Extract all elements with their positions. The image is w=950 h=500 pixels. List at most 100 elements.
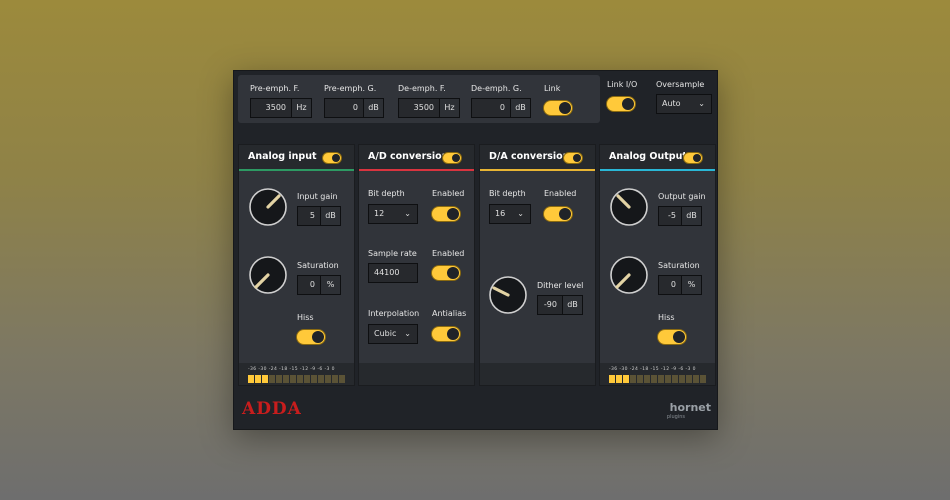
output-meter-bar <box>609 375 707 383</box>
de-emph-gain-field[interactable]: 0 dB <box>471 98 531 118</box>
pre-emph-gain-unit: dB <box>363 99 383 117</box>
input-gain-value: 5 <box>309 211 315 220</box>
da-bit-depth-label: Bit depth <box>489 189 526 198</box>
meter-cell <box>255 375 261 383</box>
output-saturation-knob[interactable] <box>609 255 649 295</box>
meter-cell <box>630 375 636 383</box>
meter-cell <box>311 375 317 383</box>
knob-dial-icon <box>249 188 287 226</box>
da-conversion-title: D/A conversion <box>489 151 570 162</box>
analog-input-enable-toggle[interactable] <box>323 153 341 163</box>
input-hiss-label: Hiss <box>297 313 314 322</box>
ad-interpolation-value: Cubic <box>374 329 397 338</box>
analog-output-panel: Analog Output Output gain -5 dB Saturati… <box>599 144 716 386</box>
chevron-down-icon: ⌄ <box>517 209 524 218</box>
meter-cell <box>297 375 303 383</box>
input-level-meter: -36 -30 -24 -18 -15 -12 -9 -6 -3 0 <box>248 367 346 383</box>
ad-bit-depth-select[interactable]: 12 ⌄ <box>368 204 418 224</box>
toggle-knob <box>622 98 634 110</box>
toggle-knob <box>312 331 324 343</box>
da-enable-toggle[interactable] <box>564 153 582 163</box>
de-emph-freq-value: 3500 <box>413 103 434 112</box>
input-hiss-toggle[interactable] <box>297 330 325 344</box>
meter-cell <box>339 375 345 383</box>
ad-antialias-toggle[interactable] <box>432 327 460 341</box>
knob-dial-icon <box>489 276 527 314</box>
toggle-knob <box>447 328 459 340</box>
analog-output-header: Analog Output <box>600 145 715 171</box>
de-emph-gain-value: 0 <box>499 103 505 112</box>
dither-level-unit: dB <box>562 296 582 314</box>
meter-cell <box>276 375 282 383</box>
ad-sample-rate-field[interactable]: 44100 <box>368 263 418 283</box>
da-bit-depth-enable-toggle[interactable] <box>544 207 572 221</box>
pre-emph-gain-field[interactable]: 0 dB <box>324 98 384 118</box>
meter-cell <box>332 375 338 383</box>
meter-cell <box>693 375 699 383</box>
analog-input-title: Analog input <box>248 151 317 162</box>
knob-dial-icon <box>610 256 648 294</box>
output-hiss-label: Hiss <box>658 313 675 322</box>
meter-cell <box>609 375 615 383</box>
toggle-knob <box>332 154 340 162</box>
link-io-toggle[interactable] <box>607 97 635 111</box>
plugin-window: Pre-emph. F. 3500 Hz Pre-emph. G. 0 dB D… <box>233 70 718 430</box>
vendor-logo-sub: plugins <box>666 414 685 420</box>
output-level-meter: -36 -30 -24 -18 -15 -12 -9 -6 -3 0 <box>609 367 707 383</box>
meter-cell <box>248 375 254 383</box>
da-enabled-label: Enabled <box>544 189 577 198</box>
dither-level-field[interactable]: -90 dB <box>537 295 583 315</box>
product-logo: ADDA <box>242 399 302 419</box>
de-emph-freq-field[interactable]: 3500 Hz <box>398 98 460 118</box>
ad-interpolation-label: Interpolation <box>368 309 420 318</box>
de-emph-gain-label: De-emph. G. <box>471 84 522 93</box>
analog-output-title: Analog Output <box>609 151 687 162</box>
toggle-knob <box>452 154 460 162</box>
pre-emph-gain-value: 0 <box>352 103 358 112</box>
ad-bit-depth-enable-toggle[interactable] <box>432 207 460 221</box>
toggle-knob <box>559 102 571 114</box>
ad-bit-depth-value: 12 <box>374 209 385 218</box>
meter-cell <box>269 375 275 383</box>
meter-cell <box>304 375 310 383</box>
input-saturation-knob[interactable] <box>248 255 288 295</box>
pre-emph-freq-unit: Hz <box>291 99 311 117</box>
toggle-knob <box>693 154 701 162</box>
meter-cell <box>318 375 324 383</box>
toggle-knob <box>573 154 581 162</box>
ad-enable-toggle[interactable] <box>443 153 461 163</box>
ad-sample-rate-enable-toggle[interactable] <box>432 266 460 280</box>
input-saturation-field[interactable]: 0 % <box>297 275 341 295</box>
meter-cell <box>644 375 650 383</box>
input-gain-knob[interactable] <box>248 187 288 227</box>
ad-enabled1-label: Enabled <box>432 189 465 198</box>
output-saturation-label: Saturation <box>658 261 700 270</box>
dither-level-knob[interactable] <box>488 275 528 315</box>
toggle-knob <box>447 208 459 220</box>
da-bit-depth-select[interactable]: 16 ⌄ <box>489 204 531 224</box>
output-saturation-field[interactable]: 0 % <box>658 275 702 295</box>
meter-cell <box>672 375 678 383</box>
meter-cell <box>665 375 671 383</box>
analog-input-header: Analog input <box>239 145 354 171</box>
input-gain-field[interactable]: 5 dB <box>297 206 341 226</box>
analog-output-enable-toggle[interactable] <box>684 153 702 163</box>
link-io-label: Link I/O <box>607 80 638 89</box>
output-gain-field[interactable]: -5 dB <box>658 206 702 226</box>
meter-cell <box>290 375 296 383</box>
output-gain-knob[interactable] <box>609 187 649 227</box>
pre-emph-freq-field[interactable]: 3500 Hz <box>250 98 312 118</box>
ad-interpolation-select[interactable]: Cubic ⌄ <box>368 324 418 344</box>
input-meter-scale: -36 -30 -24 -18 -15 -12 -9 -6 -3 0 <box>248 367 335 372</box>
ad-footer <box>359 363 474 385</box>
emphasis-bar: Pre-emph. F. 3500 Hz Pre-emph. G. 0 dB D… <box>238 75 600 123</box>
output-hiss-toggle[interactable] <box>658 330 686 344</box>
de-emph-gain-unit: dB <box>510 99 530 117</box>
meter-cell <box>283 375 289 383</box>
oversample-select[interactable]: Auto ⌄ <box>656 94 712 114</box>
link-toggle[interactable] <box>544 101 572 115</box>
toggle-knob <box>447 267 459 279</box>
input-saturation-label: Saturation <box>297 261 339 270</box>
dither-level-value: -90 <box>543 300 557 309</box>
knob-dial-icon <box>610 188 648 226</box>
